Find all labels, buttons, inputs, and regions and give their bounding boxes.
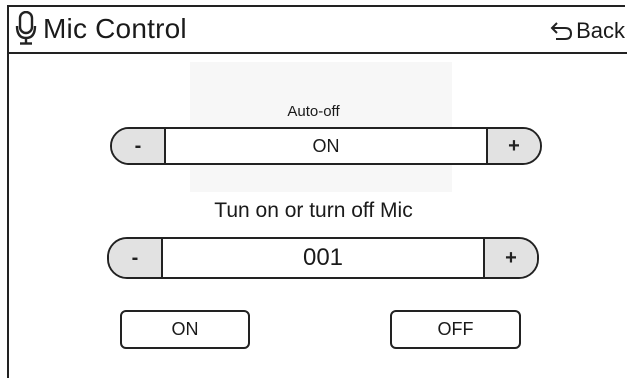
mic-channel-label: Tun on or turn off Mic: [214, 199, 413, 222]
page-title: Mic Control: [43, 13, 187, 44]
microphone-icon: [15, 11, 37, 45]
back-arrow-icon: [550, 22, 573, 40]
mic-channel-stepper: - 001 +: [107, 237, 539, 279]
auto-off-label: Auto-off: [287, 103, 340, 120]
auto-off-decrement-button[interactable]: -: [112, 129, 166, 163]
auto-off-increment-button[interactable]: +: [486, 129, 540, 163]
back-button[interactable]: Back: [550, 17, 625, 45]
mic-channel-increment-button[interactable]: +: [483, 239, 537, 277]
mic-on-button[interactable]: ON: [120, 310, 250, 349]
back-label: Back: [576, 18, 625, 43]
auto-off-value: ON: [166, 129, 486, 163]
mic-channel-decrement-button[interactable]: -: [109, 239, 163, 277]
header-bar: Mic Control Back: [9, 7, 627, 54]
auto-off-stepper: - ON +: [110, 127, 542, 165]
mic-channel-value: 001: [163, 239, 483, 277]
mic-off-button[interactable]: OFF: [390, 310, 521, 349]
